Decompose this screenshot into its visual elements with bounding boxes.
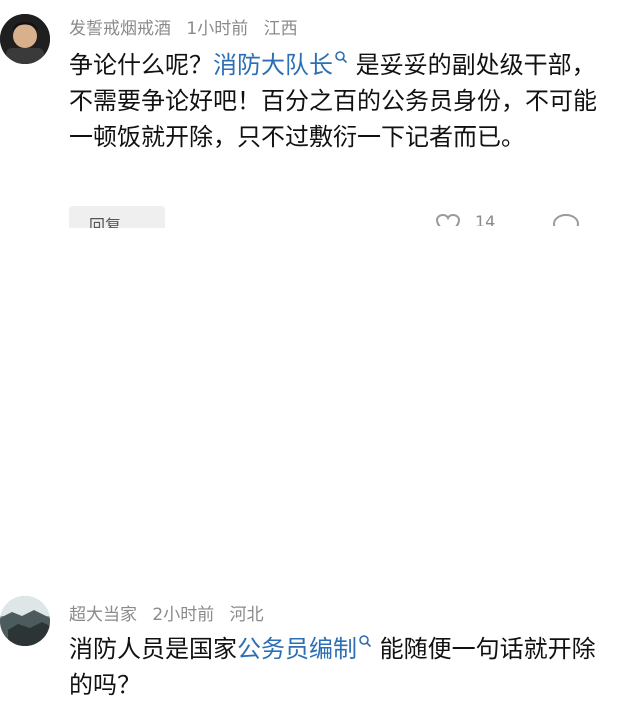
reply-button[interactable]: 回复 — [69, 206, 165, 228]
heart-icon — [435, 213, 461, 226]
timestamp: 2小时前 — [152, 605, 215, 625]
divider-gap — [0, 228, 619, 298]
location: 河北 — [229, 605, 264, 625]
comment-text: 消防人员是国家 — [69, 635, 237, 663]
username[interactable]: 发誓戒烟戒酒 — [69, 19, 171, 39]
search-icon — [335, 51, 348, 64]
comment-meta: 发誓戒烟戒酒 1小时前 江西 — [69, 14, 308, 39]
comment-item: 超大当家 2小时前 河北 消防人员是国家公务员编制 能随便一句话就开除的吗？ — [0, 290, 619, 699]
search-link[interactable]: 公务员编制 — [237, 635, 357, 663]
comment-text: 争论什么呢？ — [69, 51, 213, 79]
username[interactable]: 超大当家 — [69, 605, 137, 625]
comment-body: 消防人员是国家公务员编制 能随便一句话就开除的吗？ — [69, 631, 614, 703]
comment-body: 争论什么呢？消防大队长 是妥妥的副处级干部，不需要争论好吧！百分之百的公务员身份… — [69, 47, 614, 155]
like-button[interactable]: 14 — [435, 212, 545, 226]
comment-item: 发誓戒烟戒酒 1小时前 江西 争论什么呢？消防大队长 是妥妥的副处级干部，不需要… — [0, 0, 619, 228]
search-link[interactable]: 消防大队长 — [213, 51, 333, 79]
location: 江西 — [263, 19, 298, 39]
like-count: 14 — [475, 212, 496, 226]
comment-icon-button[interactable] — [552, 212, 582, 226]
avatar[interactable] — [0, 14, 50, 64]
search-icon — [359, 635, 372, 648]
timestamp: 1小时前 — [186, 19, 249, 39]
avatar[interactable] — [0, 596, 50, 646]
reply-label: 回复 — [89, 216, 122, 228]
comment-meta: 超大当家 2小时前 河北 — [69, 600, 274, 625]
comment-icon — [552, 213, 580, 226]
